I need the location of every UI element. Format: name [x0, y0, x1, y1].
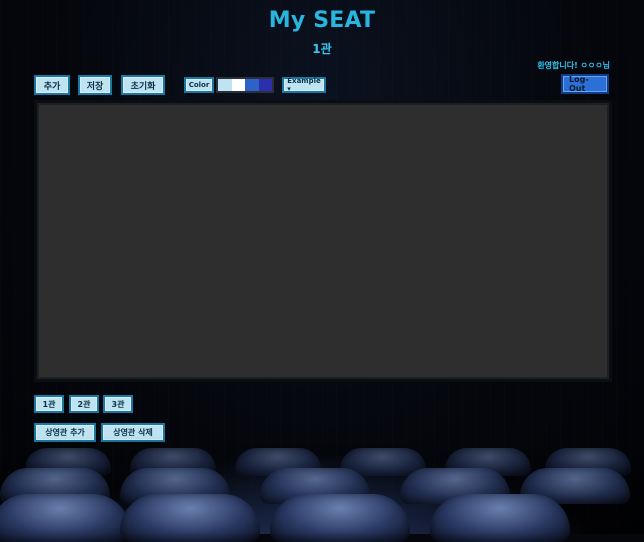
seat-front-2 [120, 494, 260, 542]
reset-button[interactable]: 초기화 [121, 75, 165, 95]
seat-front-3 [270, 494, 410, 542]
color-swatch-2[interactable] [231, 79, 245, 91]
color-swatch-3[interactable] [245, 79, 259, 91]
current-hall-title: 1관 [312, 42, 332, 56]
hall-tab-1[interactable]: 1관 [34, 395, 64, 413]
color-button[interactable]: Color [184, 77, 214, 93]
example-dropdown[interactable]: Example ▾ [282, 77, 326, 93]
seat-front-4 [430, 494, 570, 542]
hall-tab-2[interactable]: 2관 [69, 395, 99, 413]
add-button[interactable]: 추가 [34, 75, 70, 95]
color-swatches [216, 77, 274, 93]
hall-tab-3[interactable]: 3관 [103, 395, 133, 413]
save-button[interactable]: 저장 [78, 75, 112, 95]
logout-button[interactable]: Log-Out [561, 74, 609, 94]
seat-layout-area[interactable] [34, 100, 612, 382]
app-title: My SEAT [268, 8, 376, 33]
color-swatch-1[interactable] [218, 79, 232, 91]
theater-seats-decoration [0, 436, 644, 542]
seat-front-1 [0, 494, 130, 542]
color-swatch-4[interactable] [258, 79, 272, 91]
welcome-text: 환영합니다! ㅇㅇㅇ님 [537, 61, 610, 70]
